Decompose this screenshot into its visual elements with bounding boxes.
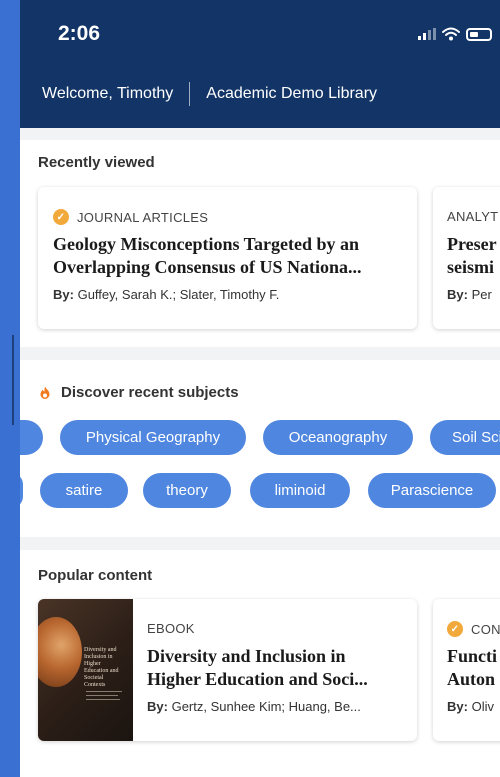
subject-pill[interactable]: satire xyxy=(40,473,128,508)
card-title-line-2: Higher Education and Soci... xyxy=(147,669,368,689)
card-title-line-1: Preser xyxy=(447,234,497,254)
subject-pill[interactable]: theory xyxy=(143,473,231,508)
popular-title: Popular content xyxy=(38,567,153,584)
app-header: 2:06 Welcome, Timothy Academic Demo Libr… xyxy=(20,0,500,128)
verified-badge-icon: ✓ xyxy=(53,209,69,225)
background-strip xyxy=(0,0,20,777)
by-label: By: xyxy=(53,287,74,302)
status-icons xyxy=(418,27,492,41)
by-label: By: xyxy=(447,287,468,302)
card-title-line-1: Diversity and Inclusion in xyxy=(147,646,346,666)
card-type: EBOOK xyxy=(147,621,195,636)
book-cover-title: Diversity and Inclusion in Higher Educat… xyxy=(84,647,119,688)
subjects-section: Discover recent subjects Physical Geogra… xyxy=(20,360,500,537)
authors-text: Per xyxy=(471,287,492,302)
card-authors: By: Oliv xyxy=(447,699,494,714)
card-type: JOURNAL ARTICLES xyxy=(77,209,209,225)
signal-icon xyxy=(418,28,436,40)
card-title-line-2: Overlapping Consensus of US Nationa... xyxy=(53,257,362,277)
authors-text: Gertz, Sunhee Kim; Huang, Be... xyxy=(171,699,361,714)
popular-card[interactable]: Diversity and Inclusion in Higher Educat… xyxy=(38,599,417,741)
card-authors: By: Gertz, Sunhee Kim; Huang, Be... xyxy=(147,699,409,714)
card-title-line-1: Geology Misconceptions Targeted by an xyxy=(53,234,360,254)
recently-viewed-title: Recently viewed xyxy=(38,154,155,171)
subject-pill[interactable]: Oceanography xyxy=(263,420,413,455)
welcome-bar: Welcome, Timothy Academic Demo Library xyxy=(42,82,377,106)
card-authors: By: Guffey, Sarah K.; Slater, Timothy F. xyxy=(53,287,408,302)
wifi-icon xyxy=(442,27,460,41)
authors-text: Oliv xyxy=(471,699,494,714)
card-title-line-1: Functi xyxy=(447,646,498,666)
battery-icon xyxy=(466,27,492,41)
subject-pill[interactable]: Physical Geography xyxy=(60,420,246,455)
subjects-header: Discover recent subjects xyxy=(38,384,239,401)
card-type-row: ✓ CON xyxy=(447,621,500,637)
phone-screen: 2:06 Welcome, Timothy Academic Demo Libr… xyxy=(20,0,500,777)
subject-pill-partial[interactable] xyxy=(20,420,43,455)
background-divider xyxy=(12,335,14,425)
subject-pill[interactable]: Parascience xyxy=(368,473,496,508)
library-name[interactable]: Academic Demo Library xyxy=(206,85,377,103)
recent-card[interactable]: ✓ JOURNAL ARTICLES Geology Misconception… xyxy=(38,187,417,329)
card-type-row: ✓ JOURNAL ARTICLES xyxy=(53,209,208,225)
subject-pill-partial[interactable] xyxy=(20,473,23,508)
verified-badge-icon: ✓ xyxy=(447,621,463,637)
subjects-title: Discover recent subjects xyxy=(61,384,239,401)
by-label: By: xyxy=(147,699,168,714)
popular-card[interactable]: ✓ CON Functi Auton By: Oliv xyxy=(433,599,500,741)
card-type-row: EBOOK xyxy=(147,621,195,636)
welcome-text[interactable]: Welcome, Timothy xyxy=(42,85,173,103)
card-type-row: ANALYT xyxy=(447,209,498,224)
by-label: By: xyxy=(447,699,468,714)
card-type: ANALYT xyxy=(447,209,499,224)
flame-icon xyxy=(40,386,50,399)
card-authors: By: Per xyxy=(447,287,492,302)
status-time: 2:06 xyxy=(58,22,101,45)
card-title-line-2: seismi xyxy=(447,257,494,277)
recent-card[interactable]: ANALYT Preser seismi By: Per xyxy=(433,187,500,329)
card-type: CON xyxy=(471,621,500,637)
popular-section: Popular content Diversity and Inclusion … xyxy=(20,550,500,777)
subject-pill[interactable]: liminoid xyxy=(250,473,350,508)
card-title-line-2: Auton xyxy=(447,669,496,689)
authors-text: Guffey, Sarah K.; Slater, Timothy F. xyxy=(77,287,280,302)
header-divider xyxy=(189,82,191,106)
recently-viewed-section: Recently viewed ✓ JOURNAL ARTICLES Geolo… xyxy=(20,140,500,347)
subject-pill[interactable]: Soil Sci xyxy=(430,420,500,455)
book-cover-image: Diversity and Inclusion in Higher Educat… xyxy=(38,599,133,741)
